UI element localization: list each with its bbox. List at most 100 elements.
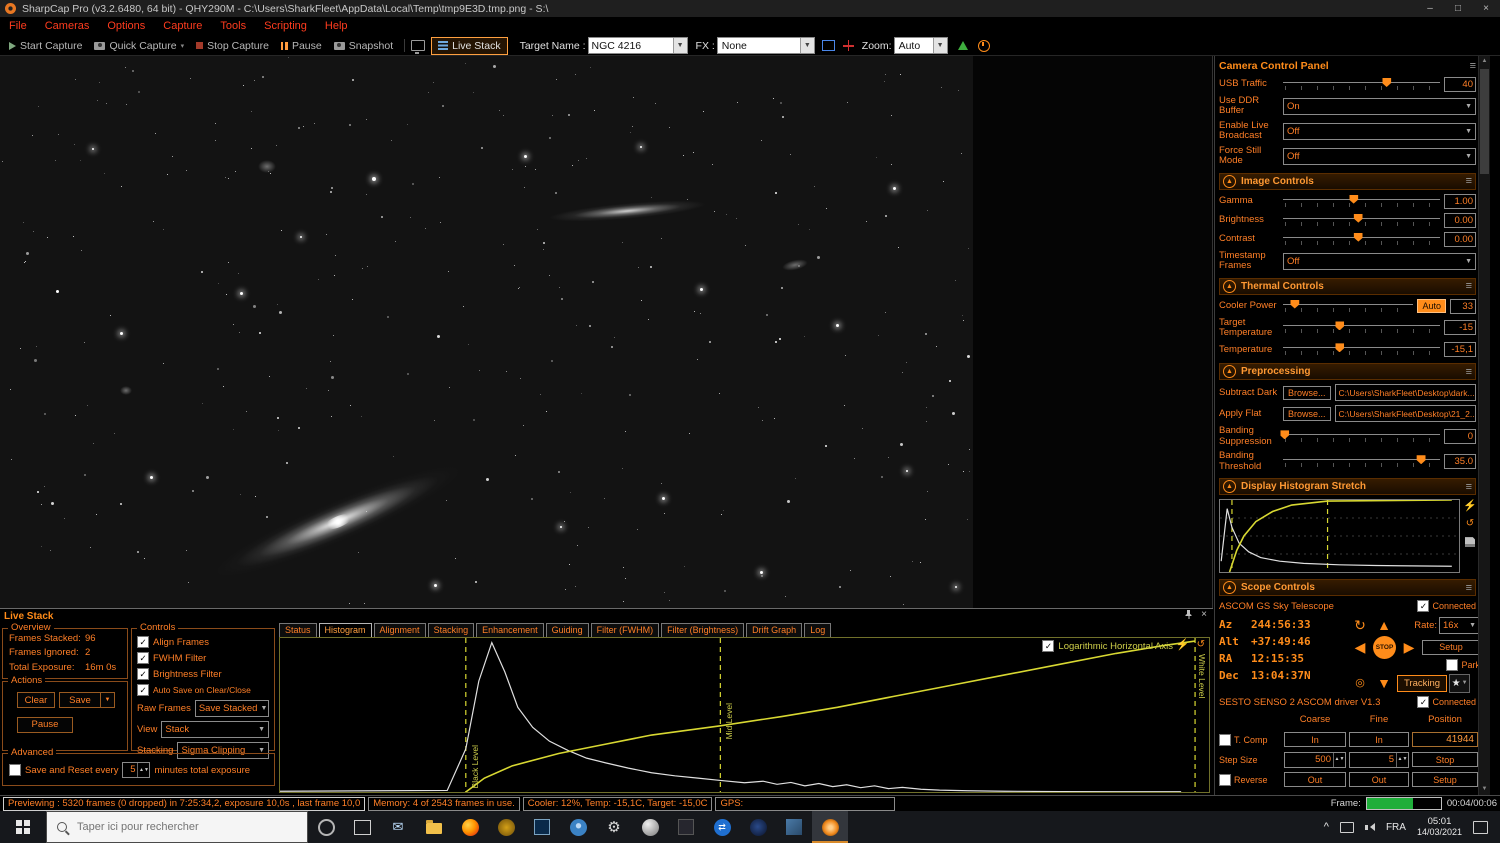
- scope-setup-button[interactable]: Setup: [1422, 640, 1480, 655]
- collapse-icon[interactable]: ▲: [1223, 480, 1236, 493]
- maximize-button[interactable]: □: [1444, 0, 1472, 17]
- display-stretch-plot-frame[interactable]: [1219, 499, 1460, 573]
- save-reset-checkbox[interactable]: [9, 764, 21, 776]
- cooler-auto-button[interactable]: Auto: [1417, 299, 1446, 313]
- notifications-icon[interactable]: [1473, 821, 1488, 834]
- spinner-arrows-icon[interactable]: ▲▼: [1396, 753, 1408, 767]
- menu-tools[interactable]: Tools: [211, 17, 255, 36]
- broadcast-dropdown[interactable]: Off▼: [1283, 123, 1476, 140]
- thermal-controls-header[interactable]: ▲ Thermal Controls ≡: [1219, 278, 1476, 295]
- align-frames-checkbox[interactable]: ✓ Align Frames: [137, 636, 269, 648]
- live-stack-histogram[interactable]: ✓ Logarithmic Horizontal Axis ⚡ ↺ Black …: [279, 637, 1210, 793]
- contrast-value[interactable]: 0.00: [1444, 232, 1476, 247]
- white-level-label[interactable]: White Level: [1197, 654, 1207, 698]
- tab-filter-fwhm[interactable]: Filter (FWHM): [591, 623, 659, 637]
- checkbox-checked-icon[interactable]: ✓: [1042, 640, 1054, 652]
- menu-icon[interactable]: ≡: [1470, 60, 1476, 72]
- chevron-down-icon[interactable]: ▼: [933, 38, 947, 53]
- display-icon[interactable]: [411, 40, 425, 51]
- roi-selection-icon[interactable]: [822, 40, 835, 51]
- cooler-power-slider[interactable]: [1283, 300, 1413, 313]
- scope-connected-checkbox[interactable]: ✓ Connected: [1417, 600, 1476, 612]
- stop-capture-button[interactable]: Stop Capture: [191, 37, 274, 55]
- checkbox-icon[interactable]: [1219, 734, 1231, 746]
- menu-help[interactable]: Help: [316, 17, 357, 36]
- zoom-combo[interactable]: Auto ▼: [894, 37, 948, 54]
- ddr-dropdown[interactable]: On▼: [1283, 98, 1476, 115]
- scroll-up-icon[interactable]: ▲: [1479, 56, 1490, 67]
- banding-suppression-slider[interactable]: [1283, 430, 1440, 443]
- minutes-spinner[interactable]: 5 ▲▼: [122, 762, 150, 778]
- pause-stack-button[interactable]: Pause: [17, 717, 73, 733]
- snapshot-button[interactable]: Snapshot: [329, 37, 398, 55]
- raw-frames-dropdown[interactable]: Save Stacked▼: [195, 700, 269, 717]
- tray-chevron-up-icon[interactable]: ^: [1324, 821, 1329, 833]
- task-view-button[interactable]: [344, 811, 380, 843]
- tray-clock[interactable]: 05:01 14/03/2021: [1417, 816, 1462, 838]
- taskbar-search[interactable]: [46, 811, 308, 843]
- clock-icon[interactable]: [978, 40, 990, 52]
- subtract-dark-path-dropdown[interactable]: C:\Users\SharkFleet\Desktop\dark...▼: [1335, 384, 1476, 401]
- target-temp-slider[interactable]: [1283, 321, 1440, 334]
- volume-icon[interactable]: [1365, 823, 1375, 831]
- fwhm-filter-checkbox[interactable]: ✓ FWHM Filter: [137, 652, 269, 664]
- auto-save-checkbox[interactable]: ✓ Auto Save on Clear/Close: [137, 684, 269, 696]
- apply-flat-path-dropdown[interactable]: C:\Users\SharkFleet\Desktop\21_2...▼: [1335, 405, 1476, 422]
- spinner-arrows-icon[interactable]: ▲▼: [137, 763, 149, 777]
- black-level-label[interactable]: Black Level: [470, 745, 480, 788]
- taskbar-app-explorer[interactable]: [416, 811, 452, 843]
- taskbar-app-sharpcap[interactable]: [812, 811, 848, 843]
- target-temp-value[interactable]: -15: [1444, 320, 1476, 335]
- collapse-icon[interactable]: ▲: [1223, 175, 1236, 188]
- brightness-filter-checkbox[interactable]: ✓ Brightness Filter: [137, 668, 269, 680]
- auto-stretch-icon[interactable]: ⚡: [1463, 501, 1477, 511]
- temp-comp-checkbox[interactable]: T. Comp: [1219, 734, 1281, 746]
- slew-stop-button[interactable]: STOP: [1373, 636, 1396, 659]
- gamma-value[interactable]: 1.00: [1444, 194, 1476, 209]
- fine-step-spinner[interactable]: 5 ▲▼: [1349, 752, 1409, 768]
- coarse-step-spinner[interactable]: 500 ▲▼: [1284, 752, 1346, 768]
- brightness-value[interactable]: 0.00: [1444, 213, 1476, 228]
- target-name-input[interactable]: [589, 40, 673, 52]
- slew-up-button[interactable]: ▲: [1373, 615, 1395, 635]
- tab-enhancement[interactable]: Enhancement: [476, 623, 544, 637]
- apply-flat-browse-button[interactable]: Browse...: [1283, 407, 1331, 421]
- focuser-in-coarse-button[interactable]: In: [1284, 732, 1346, 747]
- image-controls-header[interactable]: ▲ Image Controls ≡: [1219, 173, 1476, 190]
- tab-histogram[interactable]: Histogram: [319, 623, 372, 637]
- log-axis-checkbox[interactable]: ✓ Logarithmic Horizontal Axis: [1042, 640, 1173, 652]
- fx-combo[interactable]: None ▼: [717, 37, 815, 54]
- minimize-button[interactable]: –: [1416, 0, 1444, 17]
- reset-stretch-icon[interactable]: ↺: [1466, 519, 1474, 529]
- livestack-histogram-plot[interactable]: [280, 638, 1209, 792]
- checkbox-checked-icon[interactable]: ✓: [137, 636, 149, 648]
- display-stretch-header[interactable]: ▲ Display Histogram Stretch ≡: [1219, 478, 1476, 495]
- tab-guiding[interactable]: Guiding: [546, 623, 589, 637]
- scroll-down-icon[interactable]: ▼: [1479, 784, 1490, 795]
- taskbar-app-sphere[interactable]: [632, 811, 668, 843]
- save-button[interactable]: Save: [59, 692, 101, 708]
- banding-suppression-value[interactable]: 0: [1444, 429, 1476, 444]
- taskbar-app-dark[interactable]: [668, 811, 704, 843]
- taskbar-app-planetarium[interactable]: [740, 811, 776, 843]
- clear-button[interactable]: Clear: [17, 692, 55, 708]
- image-histogram-icon[interactable]: [958, 41, 968, 50]
- tab-drift-graph[interactable]: Drift Graph: [746, 623, 802, 637]
- tab-alignment[interactable]: Alignment: [374, 623, 426, 637]
- tab-filter-brightness[interactable]: Filter (Brightness): [661, 623, 744, 637]
- menu-cameras[interactable]: Cameras: [36, 17, 99, 36]
- reverse-checkbox[interactable]: Reverse: [1219, 774, 1281, 786]
- save-dropdown-icon[interactable]: ▼: [101, 692, 115, 708]
- taskbar-app-settings[interactable]: ⚙: [596, 811, 632, 843]
- subtract-dark-browse-button[interactable]: Browse...: [1283, 386, 1331, 400]
- reset-stretch-icon[interactable]: ↺: [1197, 640, 1205, 650]
- checkbox-icon[interactable]: [1446, 659, 1458, 671]
- gamma-slider[interactable]: [1283, 195, 1440, 208]
- main-image-area[interactable]: [0, 56, 1213, 608]
- slew-right-button[interactable]: ▶: [1398, 637, 1420, 657]
- star-button[interactable]: ★▼: [1449, 674, 1470, 693]
- display-tray-icon[interactable]: [1340, 822, 1354, 833]
- tab-stacking[interactable]: Stacking: [428, 623, 475, 637]
- preprocessing-header[interactable]: ▲ Preprocessing ≡: [1219, 363, 1476, 380]
- focuser-out-fine-button[interactable]: Out: [1349, 772, 1409, 787]
